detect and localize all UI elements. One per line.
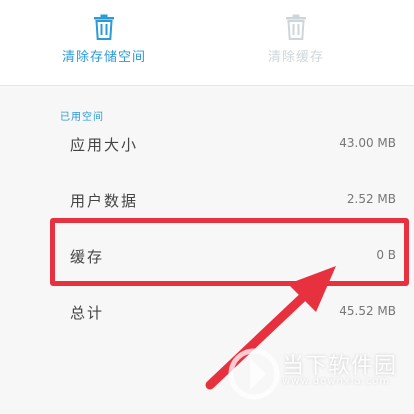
cache-highlight-box <box>50 218 409 286</box>
storage-row-value: 45.52 MB <box>339 304 396 318</box>
storage-row-total: 总计 45.52 MB <box>0 290 414 334</box>
storage-actions-bar: 清除存储空间 清除缓存 <box>0 0 414 86</box>
storage-row-label: 总计 <box>70 304 105 322</box>
storage-row-value: 43.00 MB <box>339 136 396 150</box>
used-space-section-title: 已用空间 <box>60 112 104 123</box>
watermark: 当下软件园 www.downxia.com <box>228 344 408 408</box>
storage-row-value: 2.52 MB <box>346 192 396 206</box>
storage-row-app-size: 应用大小 43.00 MB <box>0 122 414 166</box>
watermark-url: www.downxia.com <box>282 376 391 387</box>
storage-row-label: 用户数据 <box>70 192 139 210</box>
watermark-logo-icon <box>228 348 280 400</box>
clear-storage-label: 清除存储空间 <box>61 50 146 65</box>
clear-storage-button[interactable]: 清除存储空间 <box>19 10 189 80</box>
storage-row-label: 应用大小 <box>70 136 139 154</box>
clear-cache-button[interactable]: 清除缓存 <box>211 10 381 80</box>
storage-row-user-data: 用户数据 2.52 MB <box>0 178 414 222</box>
clear-cache-label: 清除缓存 <box>267 50 324 65</box>
trash-icon <box>286 14 306 40</box>
trash-icon <box>94 14 114 40</box>
